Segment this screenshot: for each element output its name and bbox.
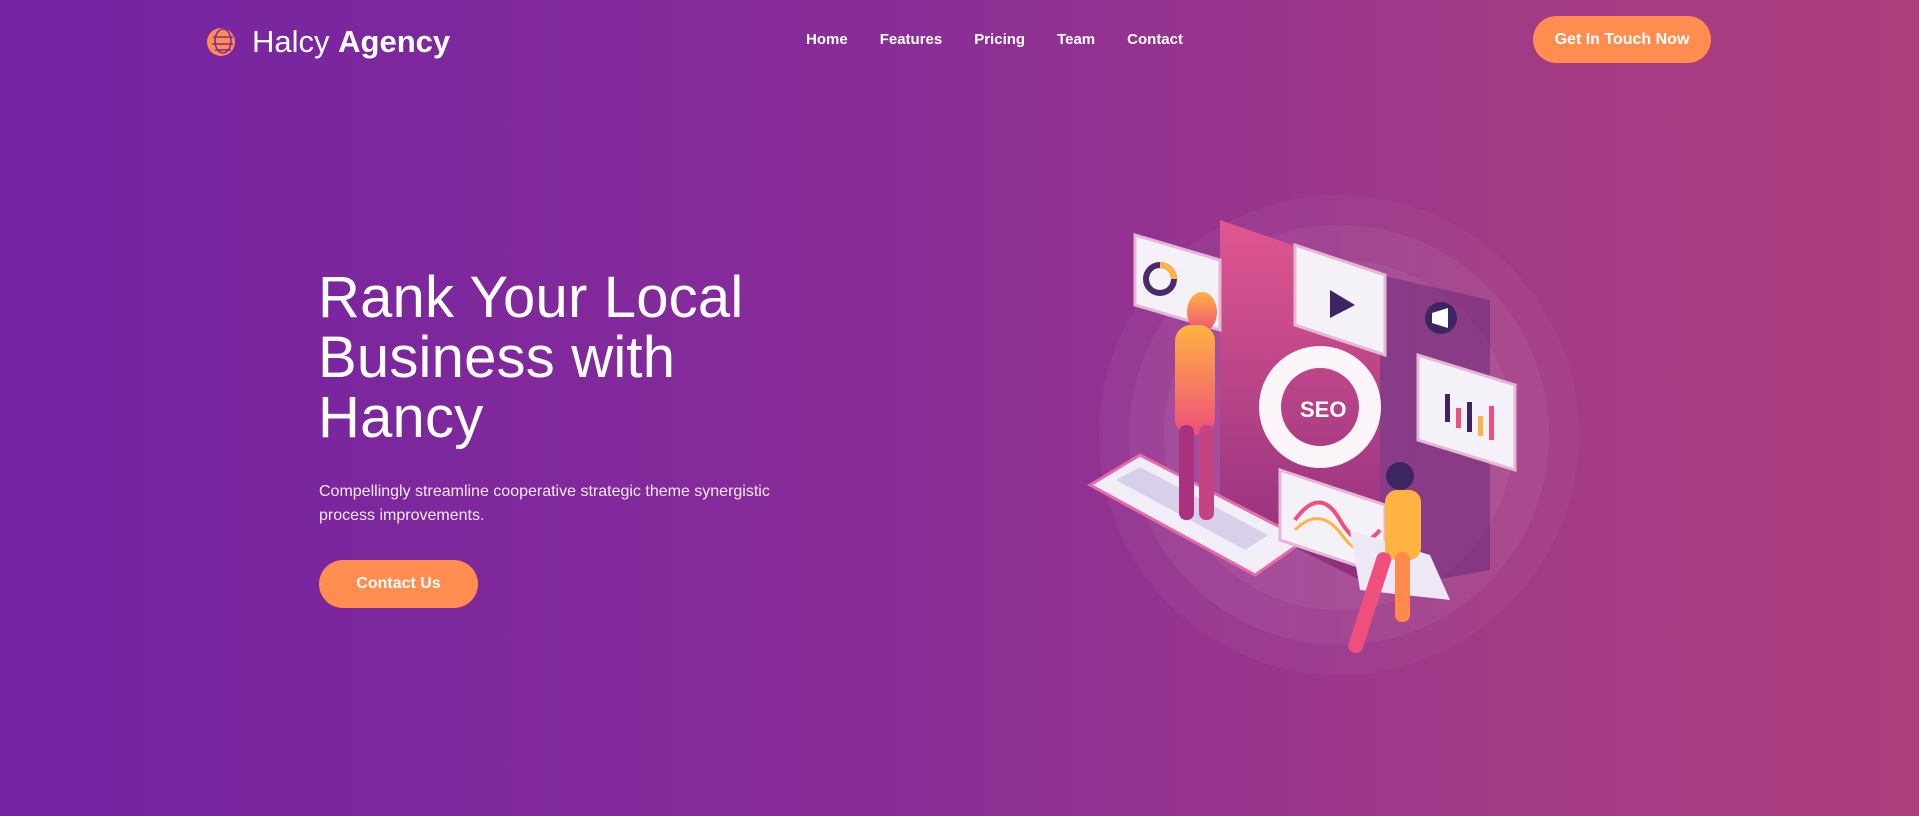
nav-link-features[interactable]: Features: [880, 31, 943, 49]
contact-us-button[interactable]: Contact Us: [319, 560, 478, 608]
seo-illustration: SEO: [1086, 195, 1579, 675]
nav-link-team[interactable]: Team: [1057, 31, 1095, 49]
nav-link-home[interactable]: Home: [806, 31, 848, 49]
globe-icon: [207, 28, 235, 56]
nav-link-contact[interactable]: Contact: [1127, 31, 1183, 49]
brand-name-light: Halcy: [252, 24, 330, 59]
brand-name: Halcy Agency: [252, 22, 450, 62]
main-nav: Home Features Pricing Team Contact: [806, 31, 1183, 49]
nav-link-pricing[interactable]: Pricing: [974, 31, 1025, 49]
seo-badge-text: SEO: [1300, 397, 1346, 422]
get-in-touch-button[interactable]: Get In Touch Now: [1533, 16, 1711, 63]
hero-description: Compellingly streamline cooperative stra…: [319, 483, 770, 524]
brand-name-bold: Agency: [338, 24, 451, 59]
brand-logo[interactable]: Halcy Agency: [206, 22, 450, 62]
hero-title: Rank Your Local Business with Hancy: [318, 265, 744, 450]
